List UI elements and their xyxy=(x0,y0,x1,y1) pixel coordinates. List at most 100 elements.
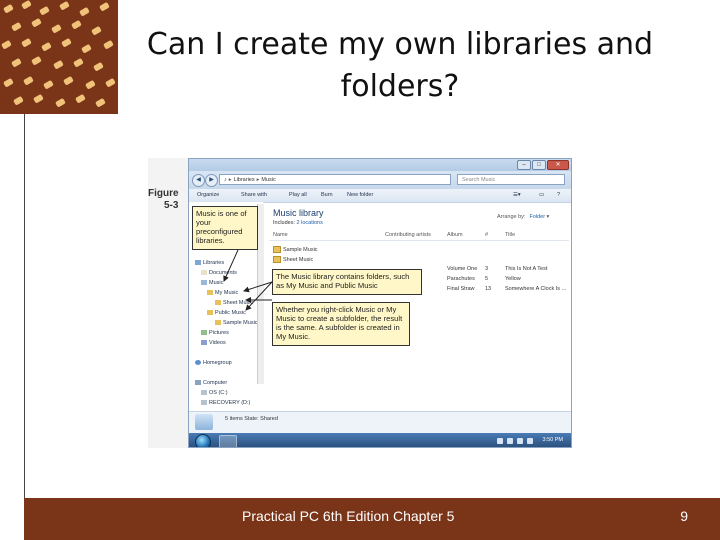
nav-homegroup-label: Homegroup xyxy=(203,360,232,366)
callout-subfolder: Whether you right-click Music or My Musi… xyxy=(272,302,410,346)
nav-computer[interactable]: Computer xyxy=(195,380,227,386)
status-bar: 5 items State: Shared xyxy=(189,411,571,434)
arrange-by[interactable]: Arrange by: Folder ▾ xyxy=(497,214,549,220)
address-bar[interactable]: ♪ ▸ Libraries ▸ Music xyxy=(219,174,451,185)
callout-contains-folders: The Music library contains folders, such… xyxy=(272,269,422,295)
share-with-button[interactable]: Share with xyxy=(241,192,267,198)
nav-pictures-label: Pictures xyxy=(209,330,229,336)
nav-homegroup[interactable]: Homegroup xyxy=(195,360,232,366)
column-name[interactable]: Name xyxy=(273,232,288,238)
nav-pane-scrollbar[interactable] xyxy=(257,204,264,384)
nav-videos[interactable]: Videos xyxy=(201,340,226,346)
tray-volume-icon[interactable] xyxy=(517,438,523,444)
nav-music-label: Music xyxy=(209,280,224,286)
nav-sheet-music[interactable]: Sheet Music xyxy=(215,300,253,306)
row-number: 3 xyxy=(485,266,489,272)
library-details-icon xyxy=(195,414,213,430)
music-note-icon: ♪ xyxy=(224,177,227,183)
documents-icon xyxy=(201,270,207,276)
footer-text: Practical PC 6th Edition Chapter 5 xyxy=(242,508,455,524)
column-number[interactable]: # xyxy=(485,232,488,238)
callout-contains-folders-text: The Music library contains folders, such… xyxy=(276,272,410,290)
row-title: Yellow xyxy=(505,276,521,282)
folder-icon xyxy=(273,246,281,253)
start-button-icon[interactable] xyxy=(195,434,211,447)
tray-power-icon[interactable] xyxy=(527,438,533,444)
nav-my-music-label: My Music xyxy=(215,290,239,296)
row-title: Somewhere A Clock Is ... xyxy=(505,286,567,292)
tray-flag-icon[interactable] xyxy=(497,438,503,444)
folder-icon xyxy=(207,290,213,296)
nav-os-drive-label: OS (C:) xyxy=(209,390,228,396)
organize-button[interactable]: Organize xyxy=(197,192,219,198)
nav-libraries[interactable]: Libraries xyxy=(195,260,224,266)
folder-icon xyxy=(273,256,281,263)
forward-arrow-icon[interactable]: ▶ xyxy=(205,174,218,187)
library-title: Music library xyxy=(273,208,324,218)
burn-button[interactable]: Burn xyxy=(321,192,333,198)
folder-row-sample-music[interactable]: Sample Music xyxy=(273,246,318,253)
callout-subfolder-text: Whether you right-click Music or My Musi… xyxy=(276,305,403,341)
breadcrumb-libraries[interactable]: Libraries xyxy=(234,177,255,183)
drive-icon xyxy=(201,400,207,406)
nav-os-drive[interactable]: OS (C:) xyxy=(201,390,228,396)
preview-pane-icon[interactable]: ▭ xyxy=(539,192,544,198)
nav-music[interactable]: Music xyxy=(201,280,223,286)
view-options-icon[interactable]: ☰▾ xyxy=(513,192,521,198)
left-divider-line xyxy=(24,114,25,498)
table-row[interactable]: Final Straw xyxy=(447,286,475,292)
column-divider xyxy=(269,240,569,241)
nav-sheet-music-label: Sheet Music xyxy=(223,300,254,306)
nav-videos-label: Videos xyxy=(209,340,226,346)
arrange-by-value[interactable]: Folder xyxy=(529,214,545,220)
table-row[interactable]: Parachutes xyxy=(447,276,475,282)
row-title: This Is Not A Test xyxy=(505,266,548,272)
address-row: ◀ ▶ ♪ ▸ Libraries ▸ Music Search Music xyxy=(189,171,571,189)
help-icon[interactable]: ? xyxy=(557,192,560,198)
row-number: 5 xyxy=(485,276,489,282)
nav-documents[interactable]: Documents xyxy=(201,270,237,276)
homegroup-icon xyxy=(195,360,201,366)
nav-recovery-drive[interactable]: RECOVERY (D:) xyxy=(201,400,250,406)
folder-icon xyxy=(207,310,213,316)
close-icon[interactable]: ✕ xyxy=(547,160,569,170)
nav-documents-label: Documents xyxy=(209,270,237,276)
figure-label: Figure 5-3 xyxy=(148,188,179,212)
nav-sample-music[interactable]: Sample Music xyxy=(215,320,258,326)
explorer-taskbar-button[interactable] xyxy=(219,435,237,447)
tray-network-icon[interactable] xyxy=(507,438,513,444)
nav-sample-music-label: Sample Music xyxy=(223,320,258,326)
nav-computer-label: Computer xyxy=(203,380,228,386)
column-album[interactable]: Album xyxy=(447,232,463,238)
play-all-button[interactable]: Play all xyxy=(289,192,307,198)
callout-music-library: Music is one of your preconfigured libra… xyxy=(192,206,258,250)
maximize-icon[interactable]: □ xyxy=(532,160,546,170)
column-artists[interactable]: Contributing artists xyxy=(385,232,431,238)
status-text: 5 items State: Shared xyxy=(225,416,278,422)
search-input[interactable]: Search Music xyxy=(457,174,565,185)
library-includes: Includes: 2 locations xyxy=(273,220,323,226)
window-controls: – □ ✕ xyxy=(517,160,569,170)
pictures-icon xyxy=(201,330,207,336)
library-icon xyxy=(195,260,201,266)
minimize-icon[interactable]: – xyxy=(517,160,531,170)
folder-row-sheet-music[interactable]: Sheet Music xyxy=(273,256,313,263)
window-titlebar: – □ ✕ xyxy=(189,159,571,171)
row-album: Volume One xyxy=(447,266,478,272)
music-icon xyxy=(201,280,207,286)
command-toolbar: Organize Share with Play all Burn New fo… xyxy=(189,189,571,203)
new-folder-button[interactable]: New folder xyxy=(347,192,373,198)
nav-libraries-label: Libraries xyxy=(203,260,225,266)
breadcrumb-music[interactable]: Music xyxy=(261,177,275,183)
column-title[interactable]: Title xyxy=(505,232,515,238)
nav-public-music[interactable]: Public Music xyxy=(207,310,246,316)
table-row[interactable]: Volume One xyxy=(447,266,477,272)
videos-icon xyxy=(201,340,207,346)
callout-music-library-text: Music is one of your preconfigured libra… xyxy=(196,209,247,245)
page-number: 9 xyxy=(680,508,688,524)
back-arrow-icon[interactable]: ◀ xyxy=(192,174,205,187)
folder-name: Sheet Music xyxy=(283,256,314,263)
nav-pictures[interactable]: Pictures xyxy=(201,330,229,336)
library-locations-link[interactable]: 2 locations xyxy=(297,220,323,226)
nav-my-music[interactable]: My Music xyxy=(207,290,238,296)
